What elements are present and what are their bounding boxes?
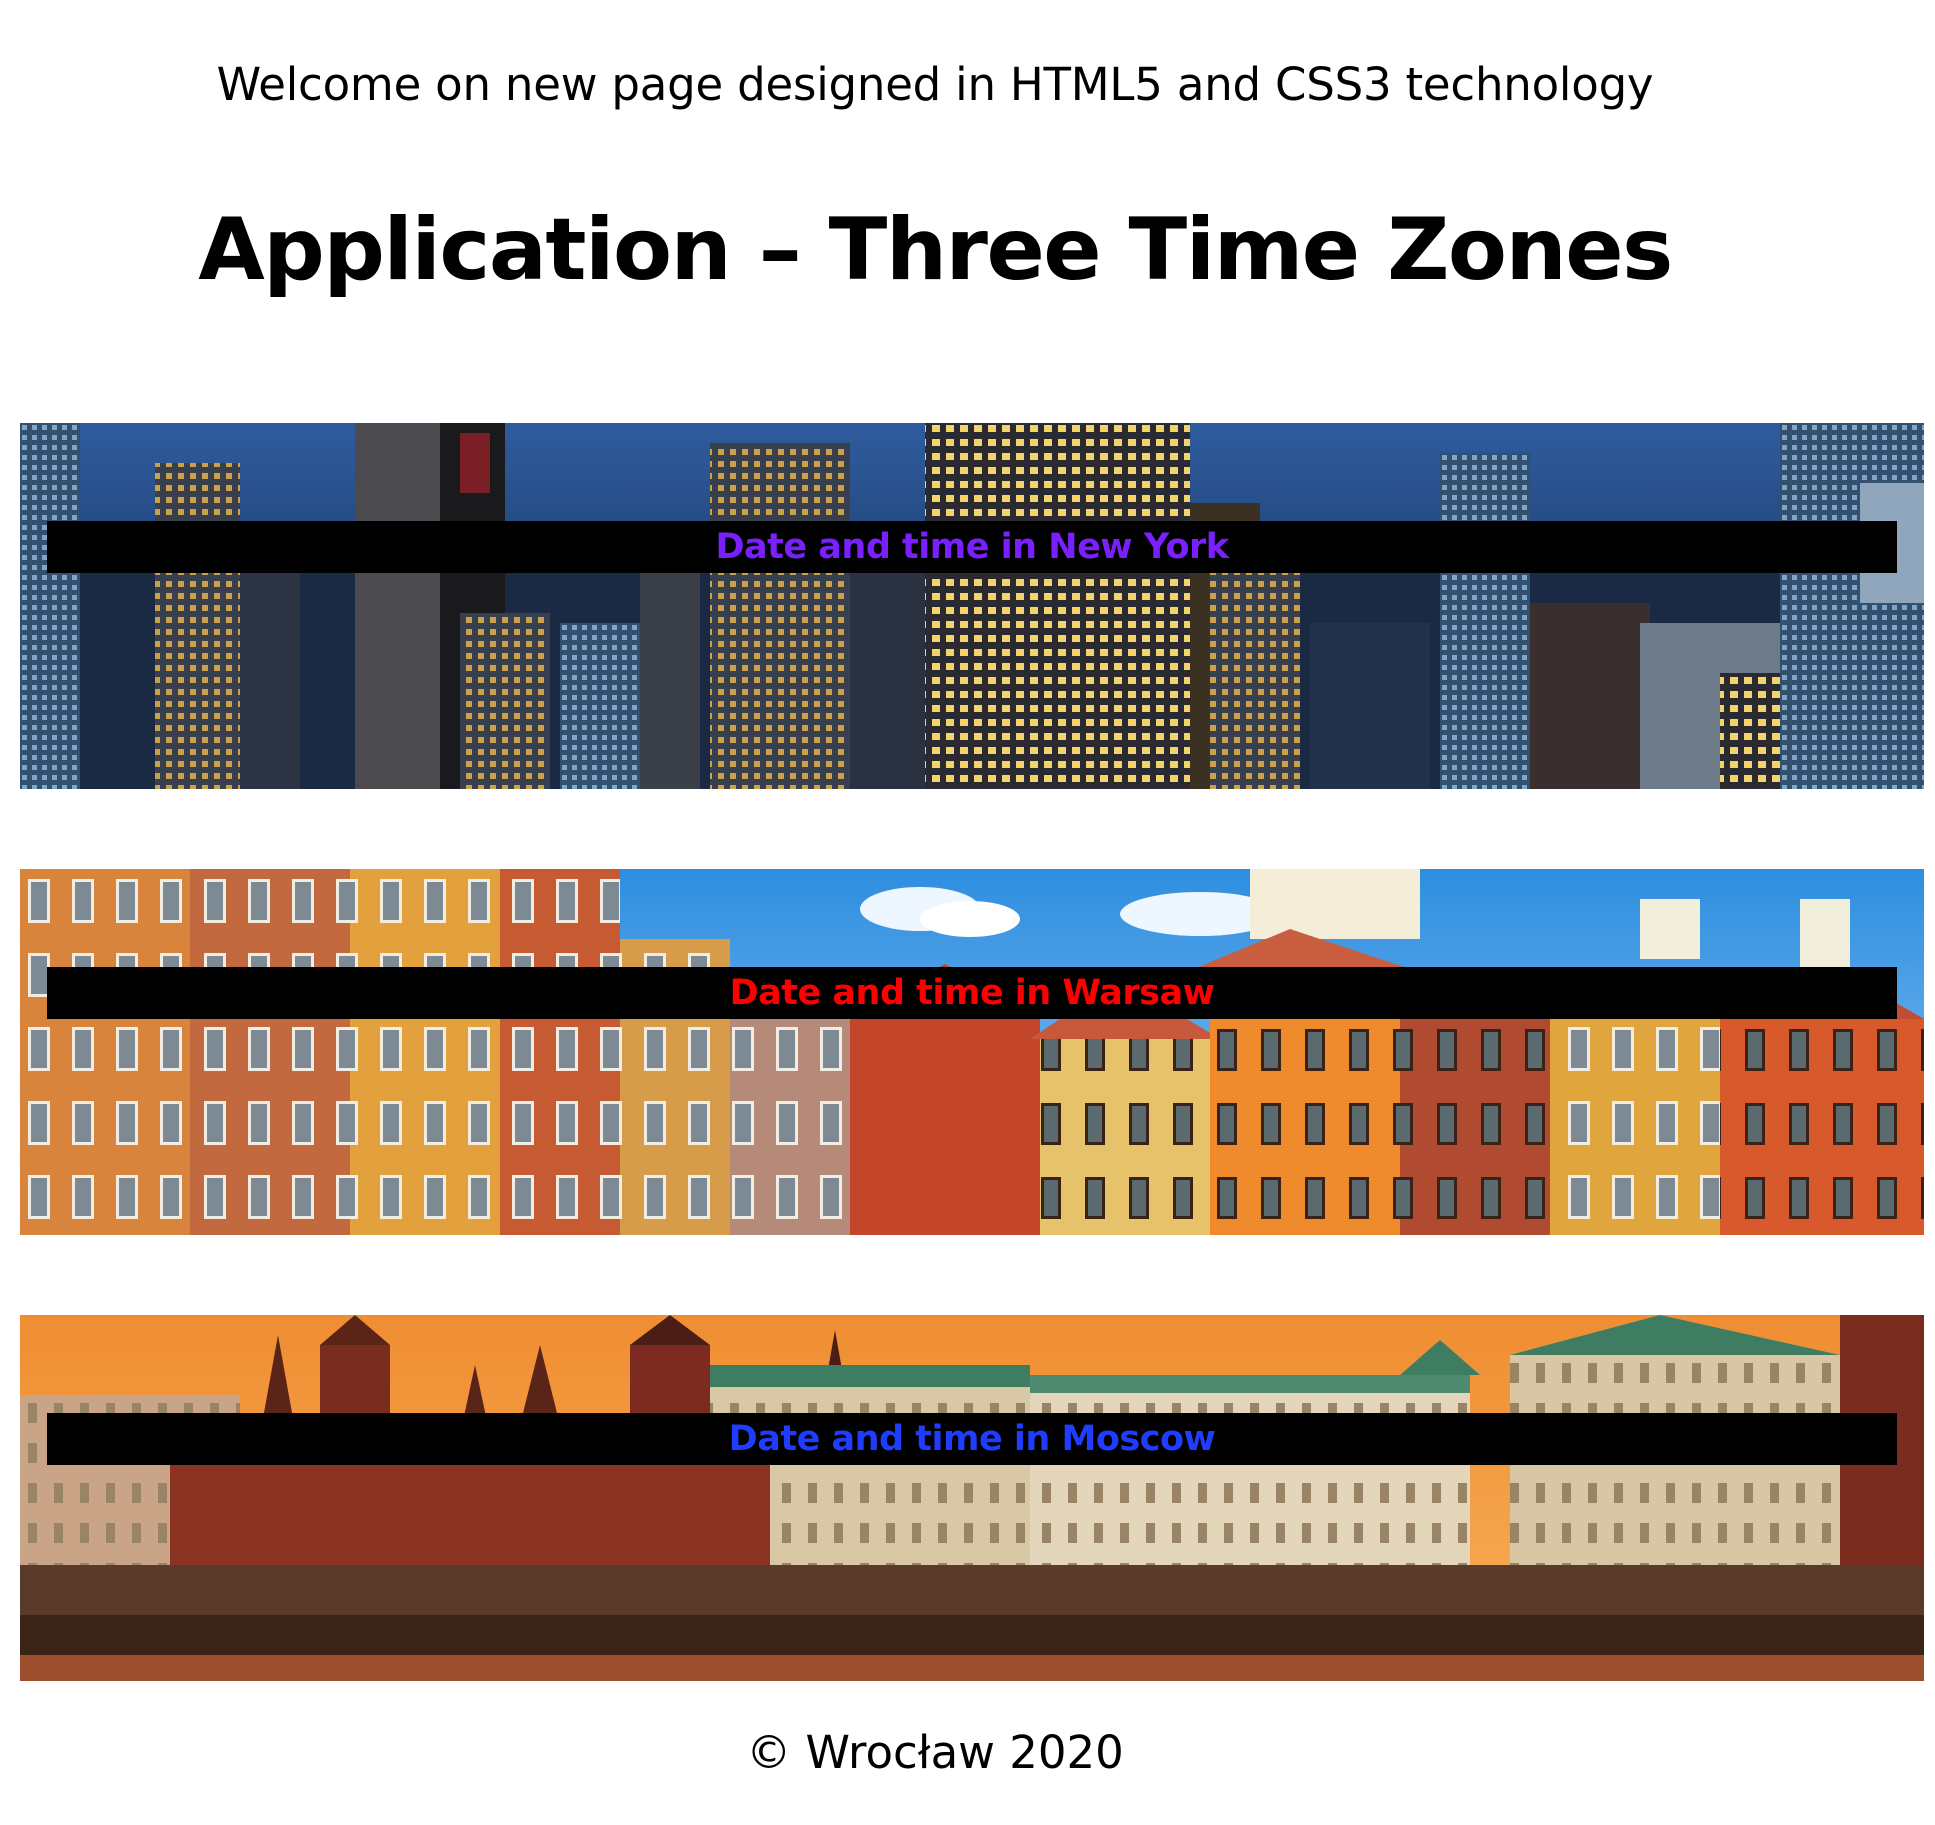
moscow-kremlin-image bbox=[20, 1315, 1924, 1681]
new-york-skyline-image bbox=[20, 423, 1924, 789]
new-york-banner: Date and time in New York bbox=[20, 423, 1924, 789]
warsaw-old-town-image bbox=[20, 869, 1924, 1235]
moscow-time-label: Date and time in Moscow bbox=[47, 1413, 1897, 1465]
warsaw-time-label: Date and time in Warsaw bbox=[47, 967, 1897, 1019]
warsaw-banner: Date and time in Warsaw bbox=[20, 869, 1924, 1235]
footer-copyright: © Wrocław 2020 bbox=[746, 1726, 1124, 1779]
moscow-banner: Date and time in Moscow bbox=[20, 1315, 1924, 1681]
new-york-time-label: Date and time in New York bbox=[47, 521, 1897, 573]
welcome-text: Welcome on new page designed in HTML5 an… bbox=[216, 58, 1654, 111]
page-title: Application – Three Time Zones bbox=[198, 200, 1673, 300]
